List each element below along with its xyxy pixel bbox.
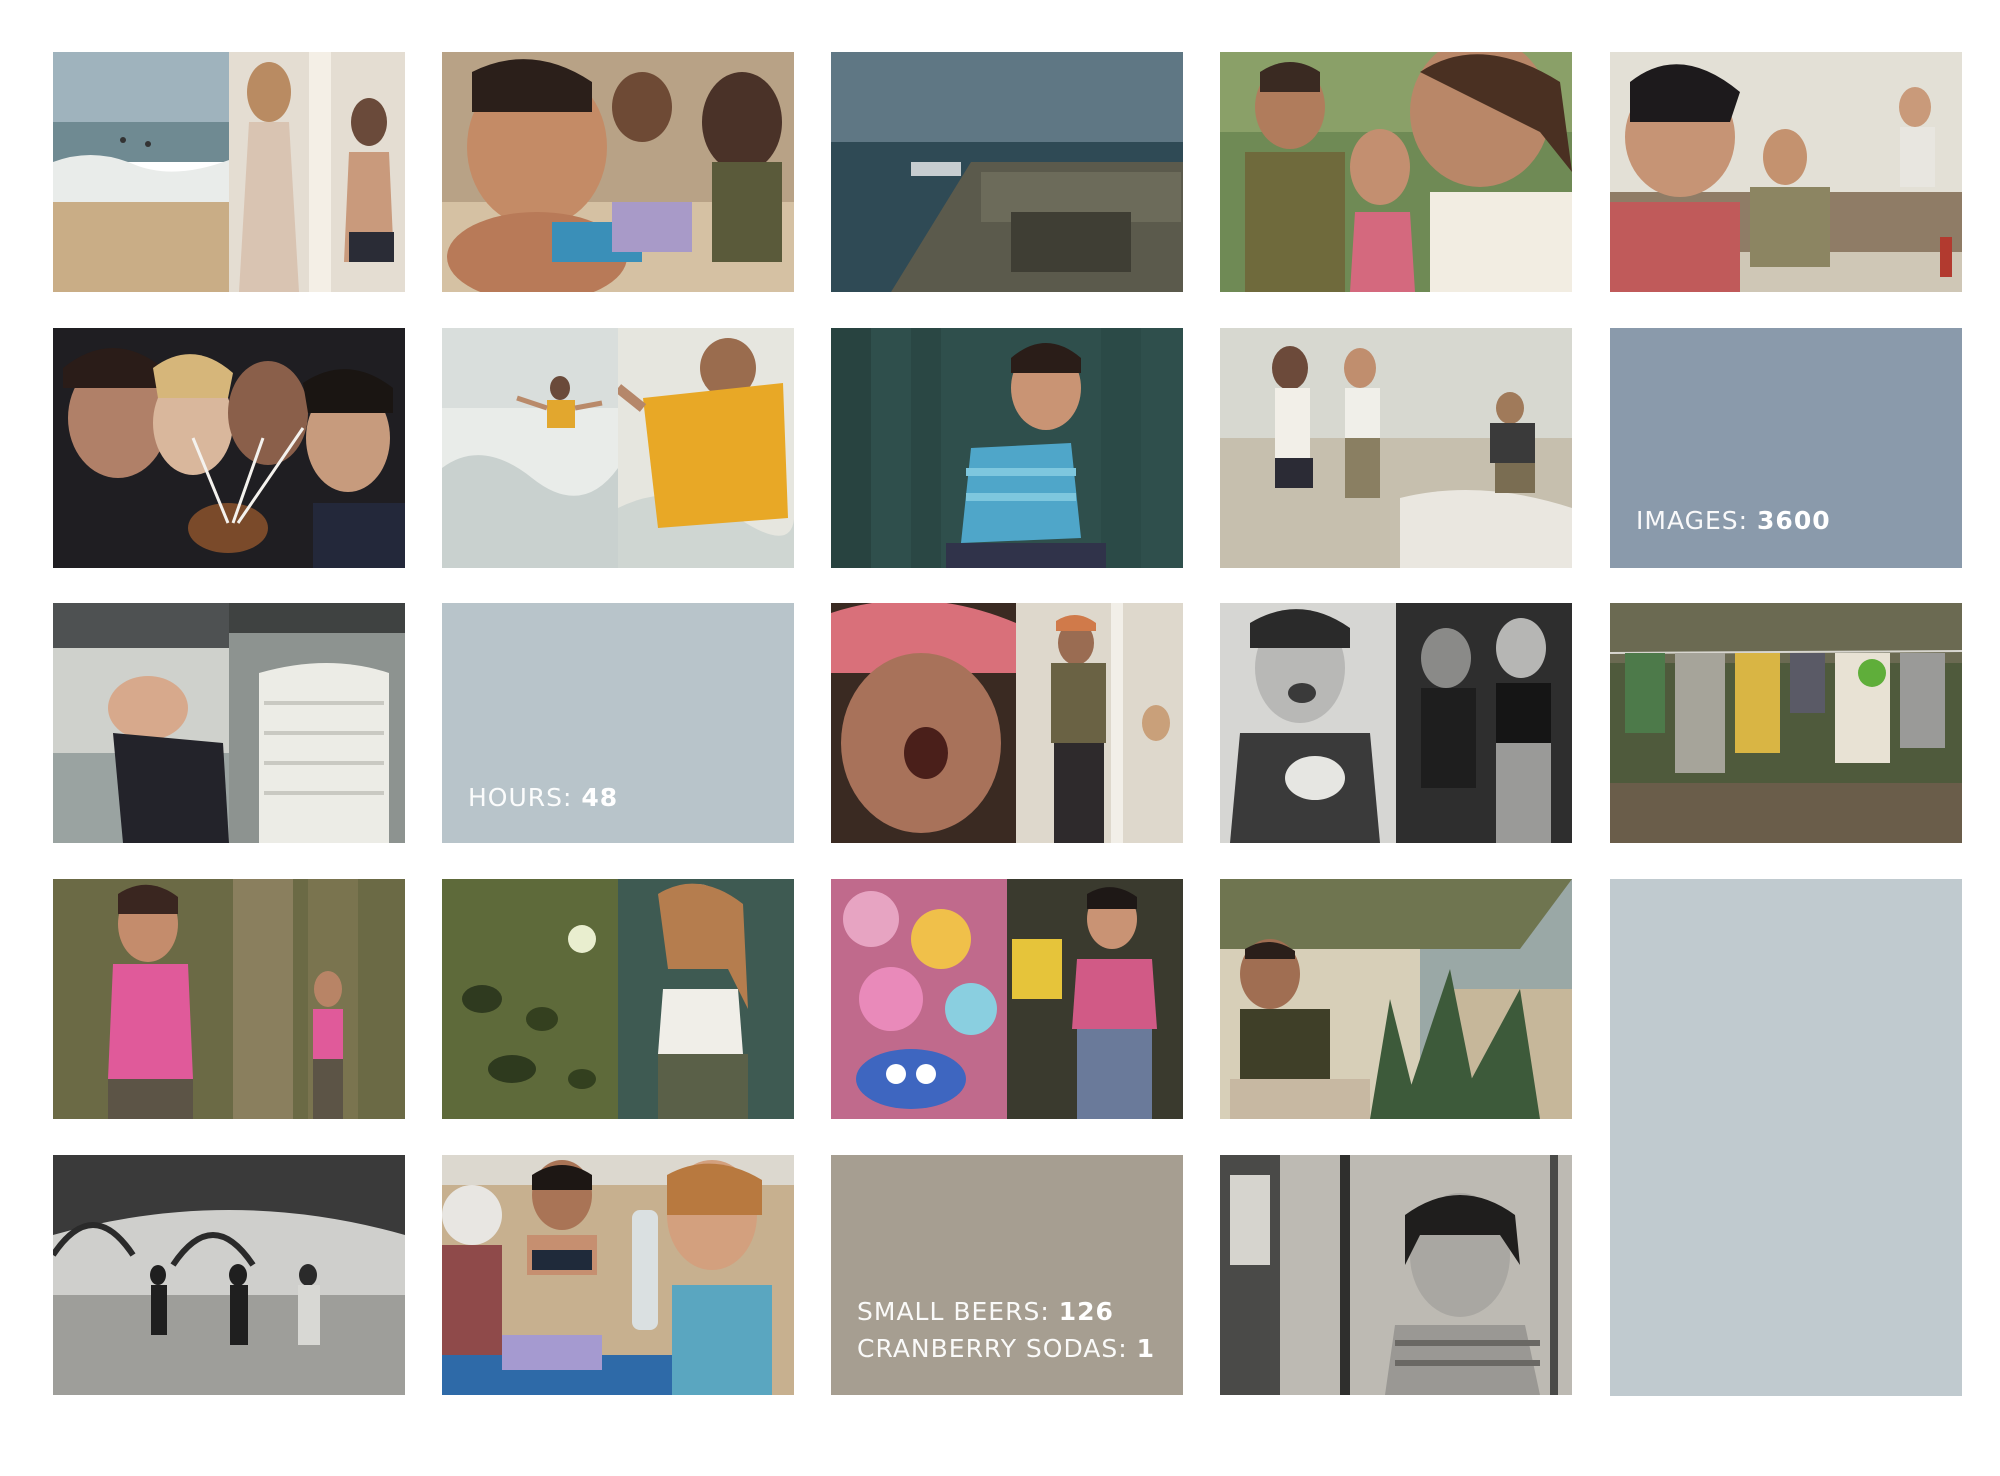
photo-woman-pink-top-palms <box>53 879 405 1119</box>
photo-friends-sharing-drink <box>53 328 405 568</box>
stat-hours-value: 48 <box>581 783 619 812</box>
photo-girl-smiling-tram-bw <box>1220 1155 1572 1395</box>
stat-small-beers-value: 126 <box>1058 1297 1114 1326</box>
photo-friends-laughing-beach <box>442 52 794 292</box>
photo-man-jumping-waves <box>442 328 794 568</box>
stat-images-value: 3600 <box>1757 506 1831 535</box>
stat-images-label: IMAGES: <box>1636 506 1749 535</box>
photo-friends-beach-water-bottle <box>442 1155 794 1395</box>
photo-collage: IMAGES: 3600 HOURS: 48 SMALL BEERS: 126 … <box>0 0 2000 1476</box>
stat-small-beers-label: SMALL BEERS: <box>857 1297 1050 1326</box>
stat-small-beers: SMALL BEERS: 126 <box>857 1293 1114 1330</box>
photo-candy-and-woman-pink-top <box>831 879 1183 1119</box>
photo-woman-stacked-chairs <box>53 603 405 843</box>
photo-harbor-aerial <box>831 52 1183 292</box>
stat-cranberry-sodas-label: CRANBERRY SODAS: <box>857 1334 1128 1363</box>
photo-women-laughing-drink-bw <box>1220 603 1572 843</box>
photo-man-laughing-hat <box>831 603 1183 843</box>
stat-images: IMAGES: 3600 <box>1636 502 1831 539</box>
stat-hours-label: HOURS: <box>468 783 573 812</box>
stat-panel-hours: HOURS: 48 <box>442 603 794 843</box>
photo-friends-laughing-outdoors <box>1220 52 1572 292</box>
stat-hours: HOURS: 48 <box>468 779 618 816</box>
stat-panel-drinks: SMALL BEERS: 126 CRANBERRY SODAS: 1 <box>831 1155 1183 1395</box>
photo-friends-running-surf <box>1220 328 1572 568</box>
photo-moss-and-girl-white-top <box>442 879 794 1119</box>
photo-station-running-bw <box>53 1155 405 1395</box>
photo-friends-terrace-table <box>1610 52 1962 292</box>
blank-panel <box>1610 879 1962 1396</box>
stat-panel-images: IMAGES: 3600 <box>1610 328 1962 568</box>
stat-cranberry-sodas: CRANBERRY SODAS: 1 <box>857 1330 1155 1367</box>
photo-girl-striped-top-wall <box>831 328 1183 568</box>
stat-cranberry-sodas-value: 1 <box>1136 1334 1156 1363</box>
photo-beach-waves-girls <box>53 52 405 292</box>
photo-clothesline-garden <box>1610 603 1962 843</box>
photo-man-porch-agave <box>1220 879 1572 1119</box>
